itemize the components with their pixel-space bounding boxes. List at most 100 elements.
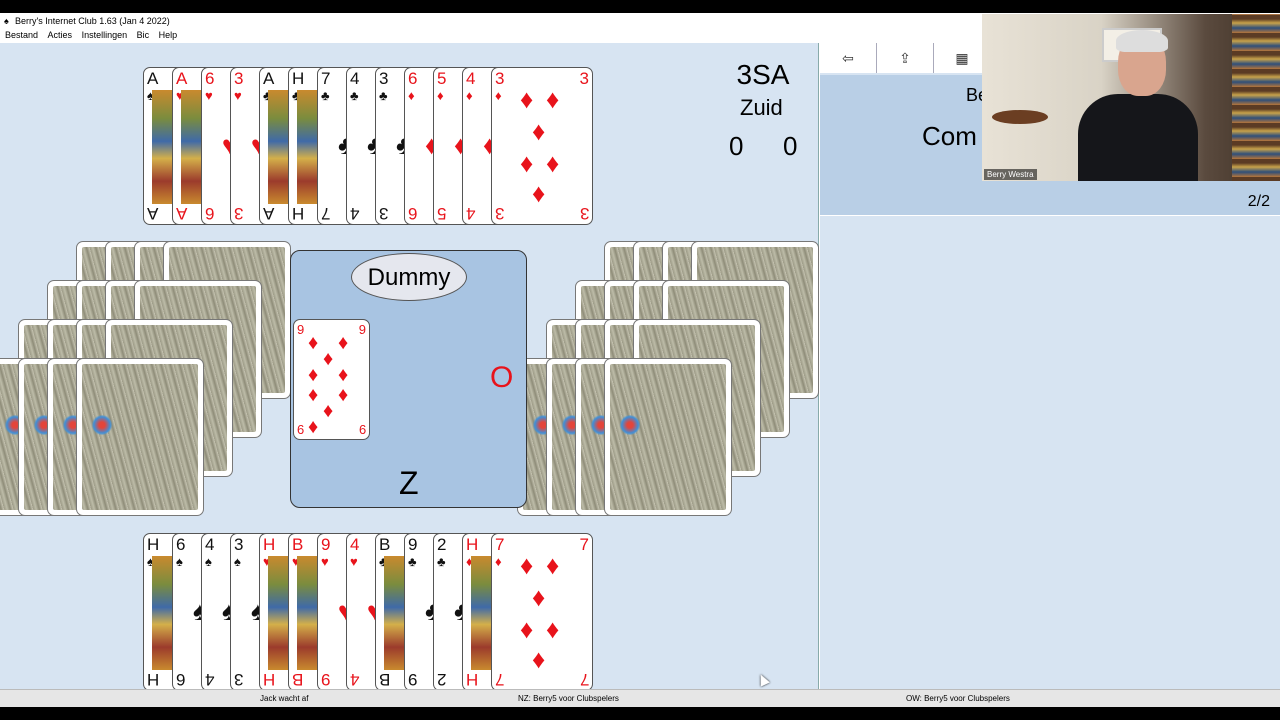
dummy-label: Dummy: [351, 253, 467, 301]
grid-icon: ▦: [955, 49, 969, 66]
card-rank-bottom: H: [263, 670, 276, 689]
card-rank-bottom: H: [292, 204, 305, 223]
card-rank: H: [147, 535, 160, 554]
mouse-cursor: [756, 672, 770, 687]
menu-bic[interactable]: Bic: [137, 30, 150, 40]
card-rank: 3: [495, 69, 505, 88]
heart-icon: ♥: [205, 88, 213, 103]
webcam-name-label: Berry Westra: [984, 169, 1037, 180]
diamond-pip-icon: ♦: [546, 84, 560, 114]
diamond-pip-icon: ♦: [532, 178, 546, 208]
spade-icon: ♠: [205, 554, 212, 569]
menu-help[interactable]: Help: [159, 30, 178, 40]
diamond-icon: ♦: [408, 88, 415, 103]
chat-panel: [820, 218, 1280, 689]
diamond-icon: ♦: [437, 88, 444, 103]
club-icon: ♣: [321, 88, 330, 103]
background-table: [992, 110, 1048, 124]
card-rank: H: [292, 69, 305, 88]
card-rank-bottom: 4: [350, 670, 360, 689]
presenter-hair: [1116, 30, 1168, 52]
card-back-figure: [91, 415, 113, 435]
diamond-pip-icon: ♦: [520, 614, 534, 644]
card-rank-bottom: 7: [321, 204, 331, 223]
seat-south-label: Z: [399, 465, 419, 501]
card-rank-bottom: 3: [234, 670, 244, 689]
card-rank: 3: [234, 69, 244, 88]
card-rank-right-bottom: 7: [579, 670, 589, 689]
menu-bestand[interactable]: Bestand: [5, 30, 38, 40]
diamond-pip-icon: ♦: [546, 614, 560, 644]
spade-icon: ♠: [234, 554, 241, 569]
menu-instellingen[interactable]: Instellingen: [82, 30, 128, 40]
played-card-rank: 9: [297, 422, 305, 437]
card-rank-bottom: 6: [176, 670, 186, 689]
card-rank: 4: [205, 535, 215, 554]
diamond-pip-icon: ♦: [308, 384, 319, 406]
card-rank-bottom: 4: [205, 670, 215, 689]
card-rank-bottom: 6: [408, 204, 418, 223]
card-rank: A: [176, 69, 188, 88]
status-center: NZ: Berry5 voor Clubspelers: [518, 694, 619, 703]
played-card-9-diamond: 9 9 9 9 ♦ ♦ ♦ ♦ ♦ ♦ ♦ ♦ ♦: [293, 319, 370, 440]
club-icon: ♣: [350, 88, 359, 103]
card-rank-bottom: A: [176, 204, 188, 223]
app-root: ♠ Berry's Internet Club 1.63 (Jan 4 2022)…: [0, 0, 1280, 720]
diamond-pip-icon: ♦: [338, 332, 349, 354]
card-back-figure: [619, 415, 641, 435]
presenter-body: [1078, 94, 1198, 181]
club-icon: ♣: [379, 88, 388, 103]
app-icon: ♠: [4, 16, 9, 26]
played-card-rank: 9: [297, 322, 305, 337]
card-rank-bottom: 2: [437, 670, 447, 689]
card-rank-bottom: H: [147, 670, 160, 689]
window-title: Berry's Internet Club 1.63 (Jan 4 2022): [15, 16, 170, 26]
back-button[interactable]: ⇦: [820, 43, 877, 73]
played-card-rank: 9: [358, 322, 366, 337]
card-rank-bottom: 4: [350, 204, 360, 223]
diamond-pip-icon: ♦: [520, 84, 534, 114]
contract-label: 3SA: [736, 59, 790, 90]
diamond-icon: ♦: [495, 88, 502, 103]
card-7-diamond[interactable]: 7 ♦ 7 7 7 ♦ ♦ ♦ ♦ ♦ ♦: [491, 533, 593, 691]
club-icon: ♣: [408, 554, 417, 569]
card-rank-bottom: 9: [321, 670, 331, 689]
card-rank-right: 3: [579, 69, 589, 88]
card-rank-bottom: 6: [205, 204, 215, 223]
card-rank: 6: [408, 69, 418, 88]
page-indicator: 2/2: [1247, 193, 1270, 210]
status-right: OW: Berry5 voor Clubspelers: [906, 694, 1010, 703]
share-button[interactable]: ⇪: [877, 43, 934, 73]
heart-icon: ♥: [234, 88, 242, 103]
presenter: [1078, 30, 1198, 181]
menu-acties[interactable]: Acties: [48, 30, 73, 40]
card-rank: 4: [350, 535, 360, 554]
card-rank: 3: [379, 69, 389, 88]
card-rank: H: [263, 535, 276, 554]
status-bar: Jack wacht af NZ: Berry5 voor Clubspeler…: [0, 689, 1280, 707]
card-rank-bottom: A: [263, 204, 275, 223]
card-table: A♠AA♥A6♥6♥3♥3♥A♣AH♣H7♣7♣4♣4♣3♣3♣6♦6♦5♦5♦…: [0, 43, 819, 691]
webcam-overlay: Berry Westra: [982, 14, 1280, 181]
diamond-pip-icon: ♦: [323, 400, 334, 422]
diamond-pip-icon: ♦: [520, 550, 534, 580]
card-3-diamond[interactable]: 3 ♦ 3 3 3 ♦ ♦ ♦ ♦ ♦ ♦: [491, 67, 593, 225]
seat-east-label: O: [490, 361, 514, 394]
card-rank-bottom: 3: [234, 204, 244, 223]
card-rank-bottom: 7: [495, 670, 505, 689]
share-icon: ⇪: [899, 49, 911, 66]
card-rank: 4: [350, 69, 360, 88]
card-rank-bottom: B: [379, 670, 391, 689]
bookshelf: [1232, 14, 1280, 181]
card-rank: B: [292, 535, 304, 554]
card-back-pattern: [82, 364, 198, 510]
diamond-pip-icon: ♦: [520, 148, 534, 178]
declarer-label: Zuid: [740, 95, 783, 120]
card-rank-right-bottom: 3: [579, 204, 589, 223]
diamond-pip-icon: ♦: [532, 644, 546, 674]
diamond-pip-icon: ♦: [308, 416, 319, 438]
score-ns: 0: [729, 131, 744, 161]
card-rank-bottom: 9: [408, 670, 418, 689]
club-icon: ♣: [437, 554, 446, 569]
bottom-letterbox: [0, 707, 1280, 720]
